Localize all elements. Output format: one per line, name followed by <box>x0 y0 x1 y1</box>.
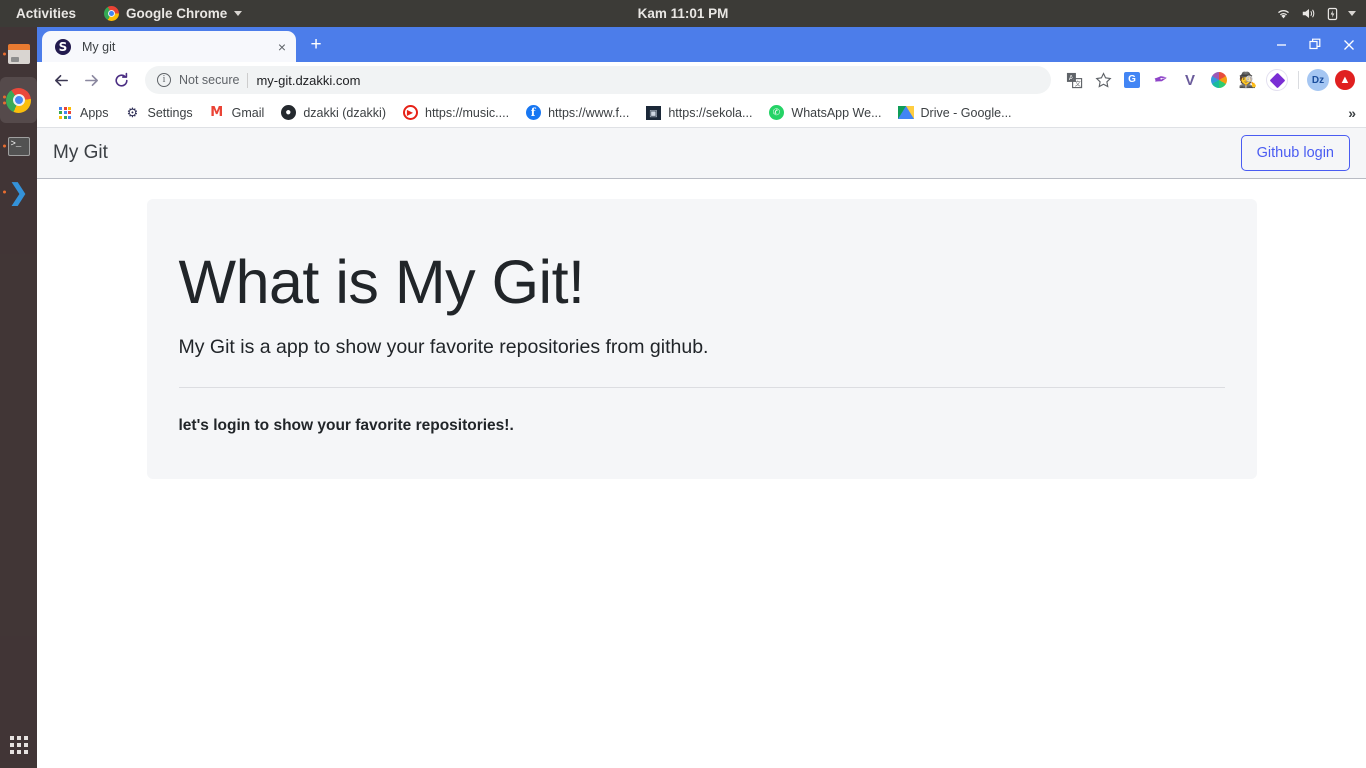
bookmark-drive[interactable]: Drive - Google... <box>890 102 1020 124</box>
url-text: my-git.dzakki.com <box>256 73 360 88</box>
volume-icon <box>1301 7 1317 20</box>
divider <box>1298 71 1299 89</box>
divider <box>247 73 248 88</box>
bookmarks-bar: Apps ⚙ Settings M Gmail ● dzakki (dzakki… <box>37 98 1366 128</box>
running-indicator <box>3 53 6 56</box>
update-icon[interactable]: ▲ <box>1332 67 1358 93</box>
hero-card: What is My Git! My Git is a app to show … <box>147 199 1257 479</box>
chevron-down-icon <box>234 11 242 16</box>
dock-item-files[interactable] <box>0 31 37 77</box>
tab-title: My git <box>82 40 267 54</box>
svg-text:文: 文 <box>1074 79 1080 87</box>
purple-diamond-extension-icon[interactable] <box>1264 67 1290 93</box>
bookmark-label: https://www.f... <box>548 106 629 120</box>
info-icon[interactable]: i <box>157 73 171 87</box>
avatar[interactable]: Dz <box>1307 69 1329 91</box>
close-icon[interactable]: × <box>278 40 286 54</box>
files-icon <box>8 44 30 64</box>
chevron-down-icon <box>1348 11 1356 16</box>
hero-cta-text: let's login to show your favorite reposi… <box>179 417 1225 435</box>
minimize-button[interactable] <box>1264 27 1298 62</box>
battery-icon <box>1327 7 1338 21</box>
page-viewport: My Git Github login What is My Git! My G… <box>37 128 1366 768</box>
site-navbar: My Git Github login <box>37 128 1366 179</box>
window-controls <box>1264 27 1366 62</box>
ubuntu-dock: >_ ❯ <box>0 27 37 768</box>
bookmark-sekolah[interactable]: ▣ https://sekola... <box>637 102 760 124</box>
bookmark-label: Gmail <box>232 106 265 120</box>
google-drive-icon <box>898 105 914 121</box>
bookmark-label: Drive - Google... <box>921 106 1012 120</box>
sekolah-icon: ▣ <box>645 105 661 121</box>
bookmark-star-icon[interactable] <box>1090 67 1116 93</box>
facebook-icon: f <box>525 105 541 121</box>
bookmark-music[interactable]: ▶ https://music.... <box>394 102 517 124</box>
hero-subtitle: My Git is a app to show your favorite re… <box>179 336 1225 359</box>
gnome-top-bar: Activities Google Chrome Kam 11:01 PM <box>0 0 1366 27</box>
bookmark-dzakki-github[interactable]: ● dzakki (dzakki) <box>272 102 394 124</box>
toolbar-actions: A 文 G ✒ V 🕵 Dz ▲ <box>1061 67 1358 93</box>
bookmark-label: dzakki (dzakki) <box>303 106 386 120</box>
tab-my-git[interactable]: My git × <box>42 31 296 62</box>
running-indicator <box>3 145 6 148</box>
face-extension-icon[interactable]: 🕵 <box>1235 67 1261 93</box>
gear-icon: ⚙ <box>125 105 141 121</box>
bookmark-gmail[interactable]: M Gmail <box>201 102 273 124</box>
system-status-area[interactable] <box>1276 7 1356 21</box>
vscode-icon: ❯ <box>9 181 28 204</box>
dock-item-vscode[interactable]: ❯ <box>0 169 37 215</box>
globe-swirl-icon <box>55 39 71 55</box>
show-applications-button[interactable] <box>0 736 37 754</box>
dock-item-terminal[interactable]: >_ <box>0 123 37 169</box>
new-tab-button[interactable]: + <box>302 31 330 59</box>
vue-devtools-icon[interactable]: V <box>1177 67 1203 93</box>
apps-grid-icon <box>10 736 28 754</box>
apps-grid-icon <box>57 105 73 121</box>
back-button[interactable] <box>47 66 75 94</box>
dock-item-chrome[interactable] <box>0 77 37 123</box>
github-login-button[interactable]: Github login <box>1241 135 1350 171</box>
youtube-music-icon: ▶ <box>402 105 418 121</box>
github-icon: ● <box>280 105 296 121</box>
bookmark-label: WhatsApp We... <box>791 106 881 120</box>
whatsapp-icon: ✆ <box>768 105 784 121</box>
bookmark-label: Apps <box>80 106 109 120</box>
bookmark-facebook[interactable]: f https://www.f... <box>517 102 637 124</box>
hero-heading: What is My Git! <box>179 249 1225 316</box>
bookmark-settings[interactable]: ⚙ Settings <box>117 102 201 124</box>
page-title[interactable]: My Git <box>53 142 108 164</box>
running-indicator <box>3 191 6 194</box>
bookmark-whatsapp[interactable]: ✆ WhatsApp We... <box>760 102 889 124</box>
address-bar[interactable]: i Not secure my-git.dzakki.com <box>145 66 1051 94</box>
app-menu-chrome[interactable]: Google Chrome <box>104 6 242 21</box>
divider <box>179 387 1225 388</box>
bookmark-label: Settings <box>148 106 193 120</box>
tab-strip: My git × + <box>37 27 1366 62</box>
forward-button[interactable] <box>77 66 105 94</box>
bookmark-label: https://sekola... <box>668 106 752 120</box>
chrome-icon <box>6 88 31 113</box>
chrome-window: My git × + <box>37 27 1366 768</box>
grammar-quill-extension-icon[interactable]: ✒ <box>1146 65 1177 96</box>
reload-button[interactable] <box>107 66 135 94</box>
activities-button[interactable]: Activities <box>10 6 82 21</box>
security-status: Not secure <box>179 73 239 87</box>
app-menu-label: Google Chrome <box>126 6 227 21</box>
bookmarks-overflow-button[interactable]: » <box>1348 105 1356 121</box>
restore-button[interactable] <box>1298 27 1332 62</box>
close-button[interactable] <box>1332 27 1366 62</box>
browser-toolbar: i Not secure my-git.dzakki.com A 文 G ✒ <box>37 62 1366 98</box>
gmail-icon: M <box>209 105 225 121</box>
bookmark-label: https://music.... <box>425 106 509 120</box>
bookmark-apps[interactable]: Apps <box>49 102 117 124</box>
wifi-icon <box>1276 7 1291 20</box>
color-picker-extension-icon[interactable] <box>1206 67 1232 93</box>
terminal-icon: >_ <box>8 137 30 156</box>
google-translate-extension-icon[interactable]: G <box>1119 67 1145 93</box>
chrome-icon <box>104 6 119 21</box>
translate-page-icon[interactable]: A 文 <box>1061 67 1087 93</box>
